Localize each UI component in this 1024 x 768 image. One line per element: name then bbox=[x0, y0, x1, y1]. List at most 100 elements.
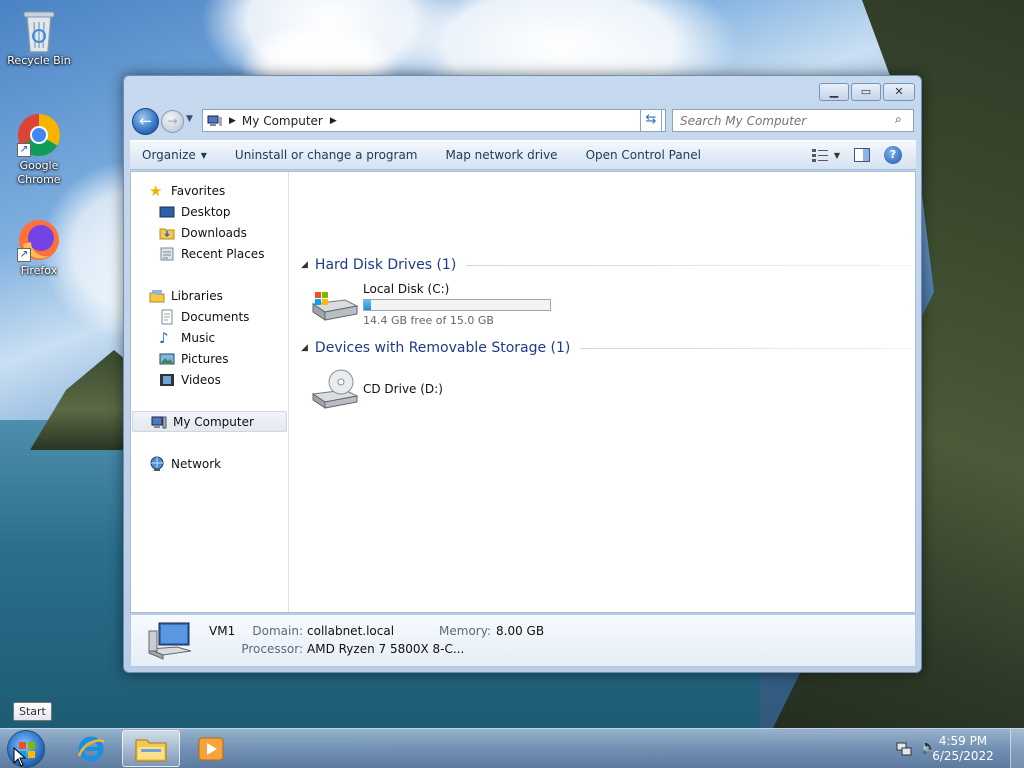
refresh-button[interactable]: ⇆ bbox=[640, 109, 662, 132]
processor-label: Processor: bbox=[241, 642, 303, 656]
nav-label: Recent Places bbox=[181, 246, 265, 261]
recycle-bin-icon bbox=[17, 8, 61, 53]
nav-desktop[interactable]: Desktop bbox=[131, 201, 287, 222]
documents-icon bbox=[161, 309, 173, 324]
taskbar: 🔈 4:59 PM 6/25/2022 bbox=[0, 728, 1024, 768]
pictures-icon bbox=[159, 353, 175, 364]
shortcut-arrow-icon: ↗ bbox=[17, 248, 31, 262]
drive-name: CD Drive (D:) bbox=[363, 382, 443, 396]
computer-icon bbox=[207, 115, 222, 126]
content-area: ★ Favorites Desktop Downloads Recent Pla… bbox=[130, 171, 916, 613]
navigation-bar: ← → ▼ ▶ My Computer ▶ ▼ ⇆ ⌕ bbox=[132, 108, 914, 135]
back-button[interactable]: ← bbox=[132, 108, 159, 135]
nav-label: Music bbox=[181, 330, 216, 345]
breadcrumb-my-computer[interactable]: My Computer bbox=[242, 114, 323, 128]
nav-label: Videos bbox=[181, 372, 221, 387]
clock-time: 4:59 PM bbox=[938, 734, 988, 748]
mouse-cursor-icon bbox=[13, 747, 27, 767]
drive-cd-d[interactable]: CD Drive (D:) bbox=[309, 368, 443, 410]
group-header-hard-disks[interactable]: ◢ Hard Disk Drives (1) bbox=[301, 255, 913, 275]
domain-value: collabnet.local bbox=[307, 624, 395, 638]
folder-icon bbox=[135, 739, 167, 762]
desktop-icon bbox=[159, 206, 175, 217]
address-bar[interactable]: ▶ My Computer ▶ ▼ bbox=[202, 109, 666, 132]
nav-favorites[interactable]: ★ Favorites bbox=[131, 180, 287, 201]
processor-value: AMD Ryzen 7 5800X 8-C... bbox=[307, 642, 465, 656]
nav-my-computer[interactable]: My Computer bbox=[132, 411, 287, 432]
drive-free-space: 14.4 GB free of 15.0 GB bbox=[363, 314, 494, 327]
taskbar-media-player[interactable] bbox=[182, 730, 240, 767]
network-icon bbox=[150, 456, 164, 471]
recent-pages-dropdown[interactable]: ▼ bbox=[186, 114, 193, 124]
desktop-icon-google-chrome[interactable]: ↗ Google Chrome bbox=[4, 113, 74, 187]
chevron-down-icon: ▼ bbox=[833, 150, 840, 160]
desktop-icon-recycle-bin[interactable]: Recycle Bin bbox=[4, 8, 74, 68]
uninstall-program-button[interactable]: Uninstall or change a program bbox=[221, 141, 432, 169]
nav-libraries[interactable]: Libraries bbox=[131, 285, 287, 306]
desktop-icon-label: Recycle Bin bbox=[7, 54, 71, 67]
downloads-folder-icon bbox=[159, 228, 175, 239]
music-icon: ♪ bbox=[159, 328, 169, 347]
start-tooltip: Start bbox=[13, 702, 52, 721]
clock-date: 6/25/2022 bbox=[932, 749, 994, 763]
libraries-icon bbox=[149, 289, 165, 302]
search-input[interactable] bbox=[672, 109, 914, 132]
computer-icon bbox=[148, 622, 192, 660]
nav-music[interactable]: ♪ Music bbox=[131, 327, 287, 348]
computer-name: VM1 bbox=[209, 624, 236, 638]
maximize-button[interactable]: ▭ bbox=[851, 83, 881, 101]
group-divider bbox=[580, 347, 913, 349]
nav-label: My Computer bbox=[173, 414, 254, 429]
organize-label: Organize bbox=[142, 148, 196, 162]
details-pane: VM1 Domain: collabnet.local Memory: 8.00… bbox=[130, 614, 916, 667]
nav-label: Desktop bbox=[181, 204, 231, 219]
show-desktop-button[interactable] bbox=[1010, 729, 1024, 768]
star-icon: ★ bbox=[149, 181, 163, 200]
domain-label: Domain: bbox=[252, 624, 303, 638]
main-pane: ◢ Hard Disk Drives (1) Local Disk (C:) 1… bbox=[297, 172, 915, 612]
memory-value: 8.00 GB bbox=[496, 624, 545, 638]
taskbar-internet-explorer[interactable] bbox=[62, 730, 120, 767]
nav-network[interactable]: Network bbox=[131, 453, 287, 474]
forward-button[interactable]: → bbox=[161, 110, 184, 133]
nav-videos[interactable]: Videos bbox=[131, 369, 287, 390]
view-icon bbox=[811, 149, 828, 162]
memory-label: Memory: bbox=[439, 624, 491, 638]
shortcut-arrow-icon: ↗ bbox=[17, 143, 31, 157]
nav-pictures[interactable]: Pictures bbox=[131, 348, 287, 369]
desktop-icon-firefox[interactable]: ↗ Firefox bbox=[4, 218, 74, 278]
collapse-triangle-icon[interactable]: ◢ bbox=[301, 260, 308, 270]
change-view-button[interactable]: ▼ bbox=[811, 148, 840, 162]
chrome-icon: ↗ bbox=[17, 113, 61, 157]
breadcrumb-chevron-icon[interactable]: ▶ bbox=[229, 116, 236, 126]
nav-label: Documents bbox=[181, 309, 250, 324]
media-player-icon bbox=[198, 737, 224, 761]
hard-drive-icon bbox=[311, 292, 359, 321]
drive-usage-bar bbox=[363, 299, 551, 311]
explorer-window: ▁ ▭ ✕ ← → ▼ ▶ My Computer ▶ ▼ ⇆ ⌕ Organi… bbox=[123, 75, 922, 673]
network-status-icon[interactable] bbox=[896, 741, 912, 757]
nav-label: Libraries bbox=[171, 288, 223, 303]
organize-menu[interactable]: Organize ▼ bbox=[130, 141, 221, 169]
taskbar-windows-explorer[interactable] bbox=[122, 730, 180, 767]
search-icon[interactable]: ⌕ bbox=[895, 112, 902, 127]
map-network-drive-button[interactable]: Map network drive bbox=[432, 141, 572, 169]
nav-recent-places[interactable]: Recent Places bbox=[131, 243, 287, 264]
nav-documents[interactable]: Documents bbox=[131, 306, 287, 327]
group-header-removable-storage[interactable]: ◢ Devices with Removable Storage (1) bbox=[301, 338, 913, 358]
clock[interactable]: 4:59 PM 6/25/2022 bbox=[928, 734, 998, 764]
open-control-panel-button[interactable]: Open Control Panel bbox=[572, 141, 715, 169]
navigation-pane: ★ Favorites Desktop Downloads Recent Pla… bbox=[131, 172, 289, 612]
nav-label: Network bbox=[171, 456, 222, 471]
minimize-button[interactable]: ▁ bbox=[819, 83, 849, 101]
computer-icon bbox=[151, 416, 167, 428]
drive-local-disk-c[interactable]: Local Disk (C:) 14.4 GB free of 15.0 GB bbox=[309, 282, 551, 327]
collapse-triangle-icon[interactable]: ◢ bbox=[301, 343, 308, 353]
help-icon[interactable]: ? bbox=[884, 146, 902, 164]
breadcrumb-chevron-icon[interactable]: ▶ bbox=[330, 116, 337, 126]
firefox-icon: ↗ bbox=[17, 218, 61, 262]
group-divider bbox=[466, 264, 913, 266]
close-button[interactable]: ✕ bbox=[883, 83, 915, 101]
nav-downloads[interactable]: Downloads bbox=[131, 222, 287, 243]
preview-pane-icon[interactable] bbox=[854, 148, 870, 162]
